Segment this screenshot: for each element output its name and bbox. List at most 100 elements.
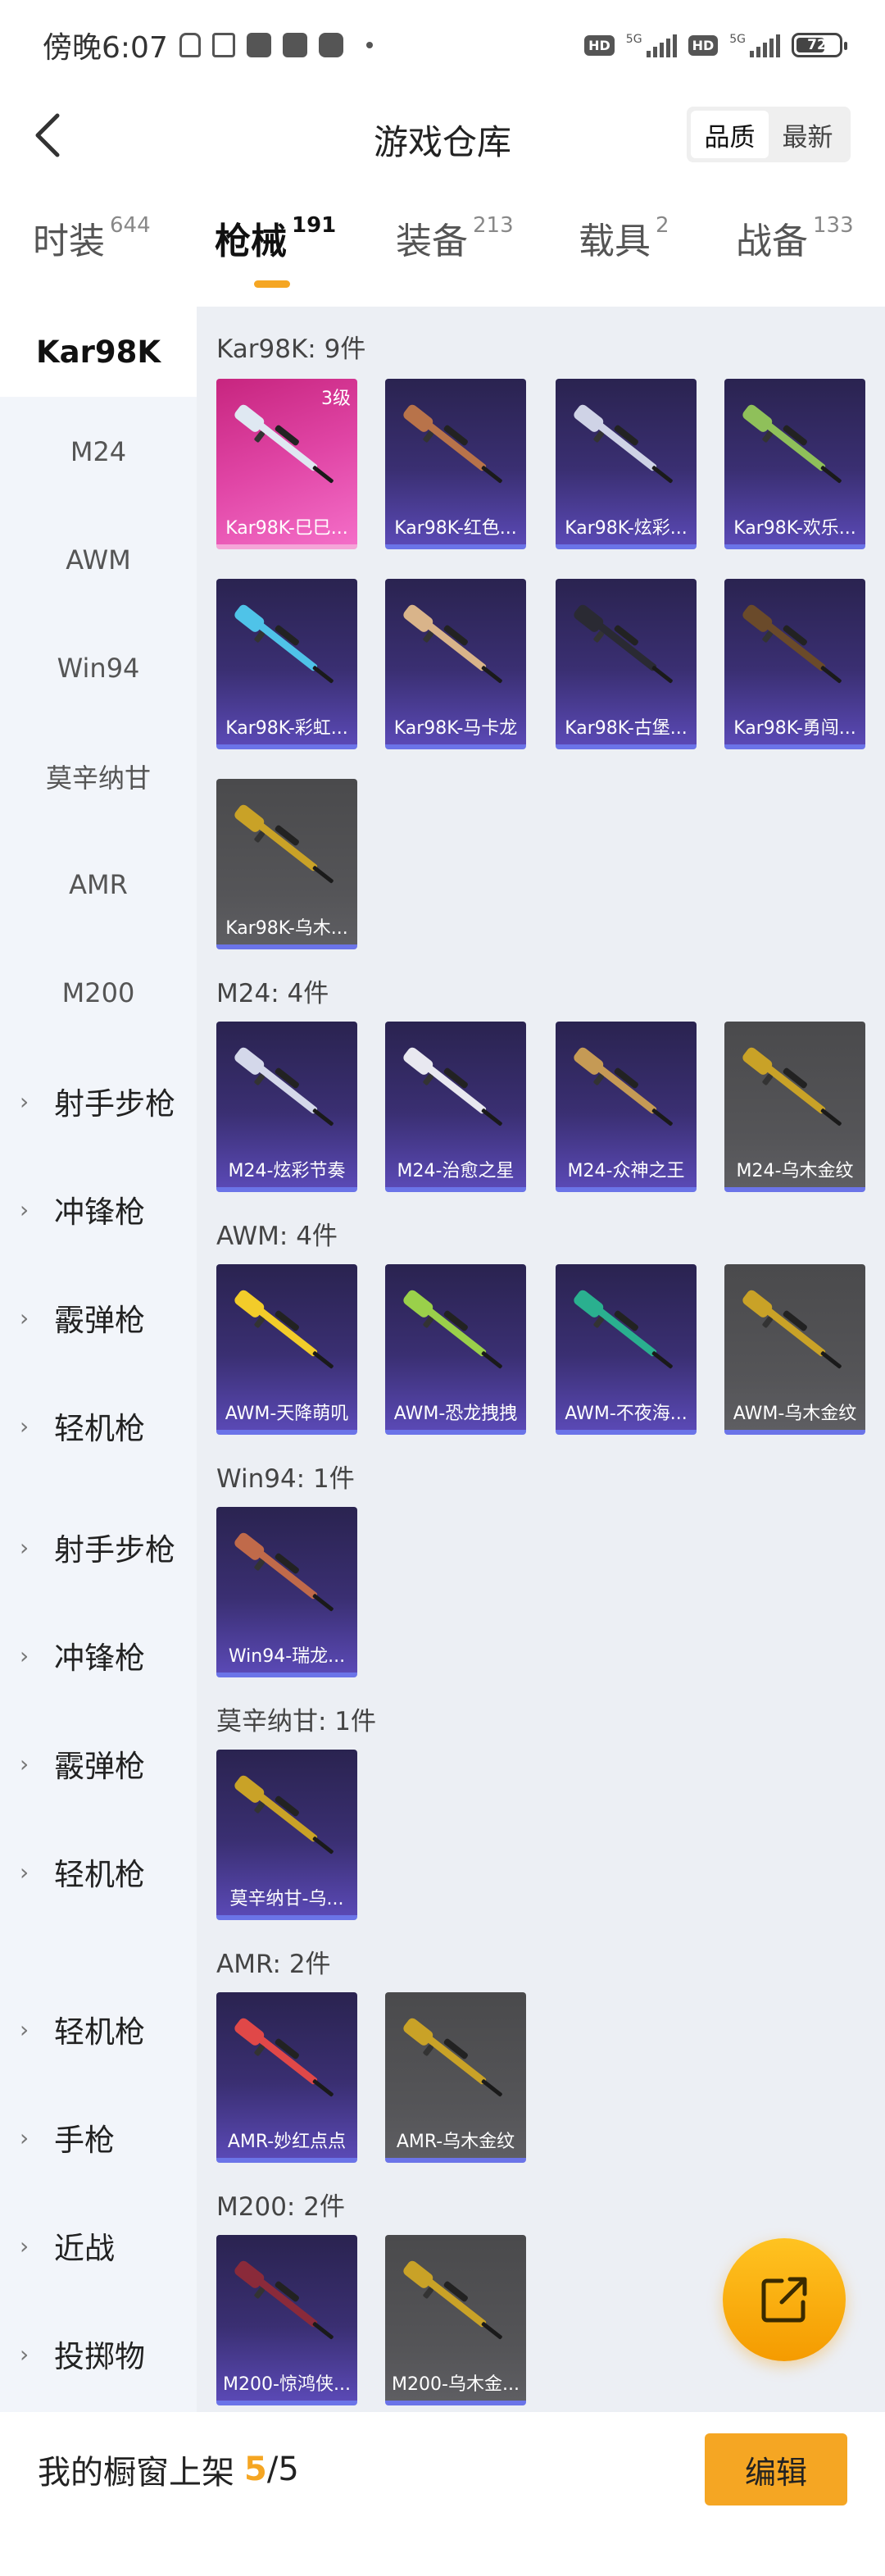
app-notification-icon xyxy=(282,33,307,57)
status-time: 傍晚6:07 xyxy=(43,31,168,65)
rifle-icon xyxy=(742,604,842,684)
weapon-skin-label: AWM-天降萌叽 xyxy=(225,1404,349,1424)
chevron-right-icon: › xyxy=(20,2015,30,2043)
chevron-right-icon: › xyxy=(20,1087,30,1115)
tab-supplies[interactable]: 战备 133 xyxy=(736,212,854,264)
edit-button[interactable]: 编辑 xyxy=(705,2433,847,2505)
showcase-total-count: 5 xyxy=(278,2451,299,2488)
sort-toggle: 品质 最新 xyxy=(687,107,851,162)
sidebar-item-win94[interactable]: Win94 xyxy=(0,615,197,721)
weapon-skin-card[interactable]: M24-炫彩节奏 xyxy=(216,1022,357,1192)
tab-vehicles[interactable]: 载具 2 xyxy=(579,212,669,264)
tab-count: 644 xyxy=(110,213,151,238)
weapon-skin-card[interactable]: 3级 Kar98K-巳巳... xyxy=(216,379,357,549)
sidebar-group-lmg[interactable]: › 轻机枪 xyxy=(0,1818,197,1925)
section-title: M24: 4件 xyxy=(216,979,329,1008)
hd-icon: HD xyxy=(688,34,719,56)
tab-active-indicator xyxy=(254,280,290,288)
rifle-icon xyxy=(234,1290,334,1369)
sidebar-group-pistol[interactable]: › 手枪 xyxy=(0,2084,197,2191)
sidebar-item-m24[interactable]: M24 xyxy=(0,398,197,505)
weapon-skin-label: Kar98K-乌木... xyxy=(225,918,348,939)
weapon-skin-label: AMR-乌木金纹 xyxy=(396,2132,515,2152)
weapon-skin-label: M24-治愈之星 xyxy=(397,1161,515,1181)
rifle-icon xyxy=(234,604,334,684)
weapon-skin-label: AWM-恐龙拽拽 xyxy=(393,1404,518,1424)
showcase-separator: / xyxy=(266,2451,279,2488)
share-button[interactable] xyxy=(723,2238,846,2361)
weapon-skin-card[interactable]: M24-乌木金纹 xyxy=(724,1022,865,1192)
header: 游戏仓库 品质 最新 xyxy=(0,90,885,180)
showcase-bar: 我的橱窗上架 5 / 5 编辑 xyxy=(0,2412,885,2527)
sidebar-group-lmg[interactable]: › 轻机枪 xyxy=(0,1976,197,2082)
signal-icon: 5G xyxy=(729,33,780,57)
weapon-skin-card[interactable]: Kar98K-古堡... xyxy=(556,579,697,749)
chevron-right-icon: › xyxy=(20,1750,30,1777)
weapon-skin-card[interactable]: AMR-乌木金纹 xyxy=(385,1992,526,2163)
rifle-icon xyxy=(574,604,673,684)
tab-guns[interactable]: 枪械 191 xyxy=(215,212,336,264)
rifle-icon xyxy=(234,1532,334,1612)
weapon-skin-card[interactable]: Kar98K-欢乐... xyxy=(724,379,865,549)
chevron-right-icon: › xyxy=(20,1533,30,1561)
battery-icon: 72 xyxy=(792,33,847,57)
sidebar-item-m200[interactable]: M200 xyxy=(0,940,197,1046)
tab-equipment[interactable]: 装备 213 xyxy=(396,212,514,264)
sidebar-group-throwable[interactable]: › 投掷物 xyxy=(0,2301,197,2407)
sidebar-group-marksman[interactable]: › 射手步枪 xyxy=(0,1048,197,1154)
weapon-skin-card[interactable]: Kar98K-马卡龙 xyxy=(385,579,526,749)
tab-count: 213 xyxy=(473,213,514,238)
sidebar-group-melee[interactable]: › 近战 xyxy=(0,2192,197,2299)
chevron-right-icon: › xyxy=(20,2340,30,2368)
weapon-skin-card[interactable]: M200-惊鸿侠... xyxy=(216,2235,357,2405)
sidebar-group-smg[interactable]: › 冲锋枪 xyxy=(0,1156,197,1263)
rifle-icon xyxy=(403,1047,502,1126)
rifle-icon xyxy=(403,2260,502,2340)
weapon-skin-label: 莫辛纳甘-乌... xyxy=(229,1889,344,1909)
more-dot-icon xyxy=(365,42,373,48)
rifle-icon xyxy=(403,404,502,484)
weapon-skin-card[interactable]: AWM-不夜海... xyxy=(556,1264,697,1435)
weapon-skin-card[interactable]: AMR-妙红点点 xyxy=(216,1992,357,2163)
chevron-right-icon: › xyxy=(20,1641,30,1669)
section-title: AMR: 2件 xyxy=(216,1950,331,1979)
weapon-skin-card[interactable]: AWM-乌木金纹 xyxy=(724,1264,865,1435)
sidebar-group-marksman[interactable]: › 射手步枪 xyxy=(0,1494,197,1600)
rifle-icon xyxy=(574,1047,673,1126)
weapon-skin-card[interactable]: 莫辛纳甘-乌... xyxy=(216,1750,357,1920)
weapon-skin-card[interactable]: Kar98K-乌木... xyxy=(216,779,357,949)
weapon-skin-card[interactable]: M24-治愈之星 xyxy=(385,1022,526,1192)
sort-quality-button[interactable]: 品质 xyxy=(691,111,769,158)
tab-fashion[interactable]: 时装 644 xyxy=(33,212,151,264)
rifle-icon xyxy=(403,604,502,684)
weapon-skin-card[interactable]: Kar98K-彩虹... xyxy=(216,579,357,749)
weapon-skin-card[interactable]: AWM-天降萌叽 xyxy=(216,1264,357,1435)
sidebar-item-mosin[interactable]: 莫辛纳甘 xyxy=(0,723,197,830)
chevron-right-icon: › xyxy=(20,2123,30,2151)
tab-count: 133 xyxy=(813,213,854,238)
weapon-skin-card[interactable]: Kar98K-红色... xyxy=(385,379,526,549)
sidebar-group-shotgun[interactable]: › 霰弹枪 xyxy=(0,1710,197,1817)
tab-count: 2 xyxy=(656,213,669,238)
weapon-skin-label: AMR-妙红点点 xyxy=(227,2132,347,2152)
tab-label: 枪械 xyxy=(215,221,287,262)
weapon-skin-label: M24-众神之王 xyxy=(567,1161,685,1181)
weapon-skin-card[interactable]: M200-乌木金... xyxy=(385,2235,526,2405)
weapon-skin-card[interactable]: AWM-恐龙拽拽 xyxy=(385,1264,526,1435)
sidebar-group-lmg[interactable]: › 轻机枪 xyxy=(0,1372,197,1479)
sidebar-item-awm[interactable]: AWM xyxy=(0,507,197,613)
sidebar-item-kar98k[interactable]: Kar98K xyxy=(0,307,197,397)
tab-label: 装备 xyxy=(396,221,468,262)
weapon-skin-card[interactable]: Kar98K-勇闯... xyxy=(724,579,865,749)
weapon-skin-card[interactable]: Win94-瑞龙... xyxy=(216,1507,357,1677)
sidebar-group-shotgun[interactable]: › 霰弹枪 xyxy=(0,1264,197,1371)
sidebar-group-smg[interactable]: › 冲锋枪 xyxy=(0,1602,197,1709)
mute-bell-icon xyxy=(179,33,201,57)
chevron-right-icon: › xyxy=(20,1304,30,1331)
weapon-skin-card[interactable]: M24-众神之王 xyxy=(556,1022,697,1192)
section-title: Win94: 1件 xyxy=(216,1464,355,1494)
weapon-skin-card[interactable]: Kar98K-炫彩... xyxy=(556,379,697,549)
rifle-icon xyxy=(742,1047,842,1126)
sidebar-item-amr[interactable]: AMR xyxy=(0,831,197,938)
sort-newest-button[interactable]: 最新 xyxy=(769,111,846,158)
